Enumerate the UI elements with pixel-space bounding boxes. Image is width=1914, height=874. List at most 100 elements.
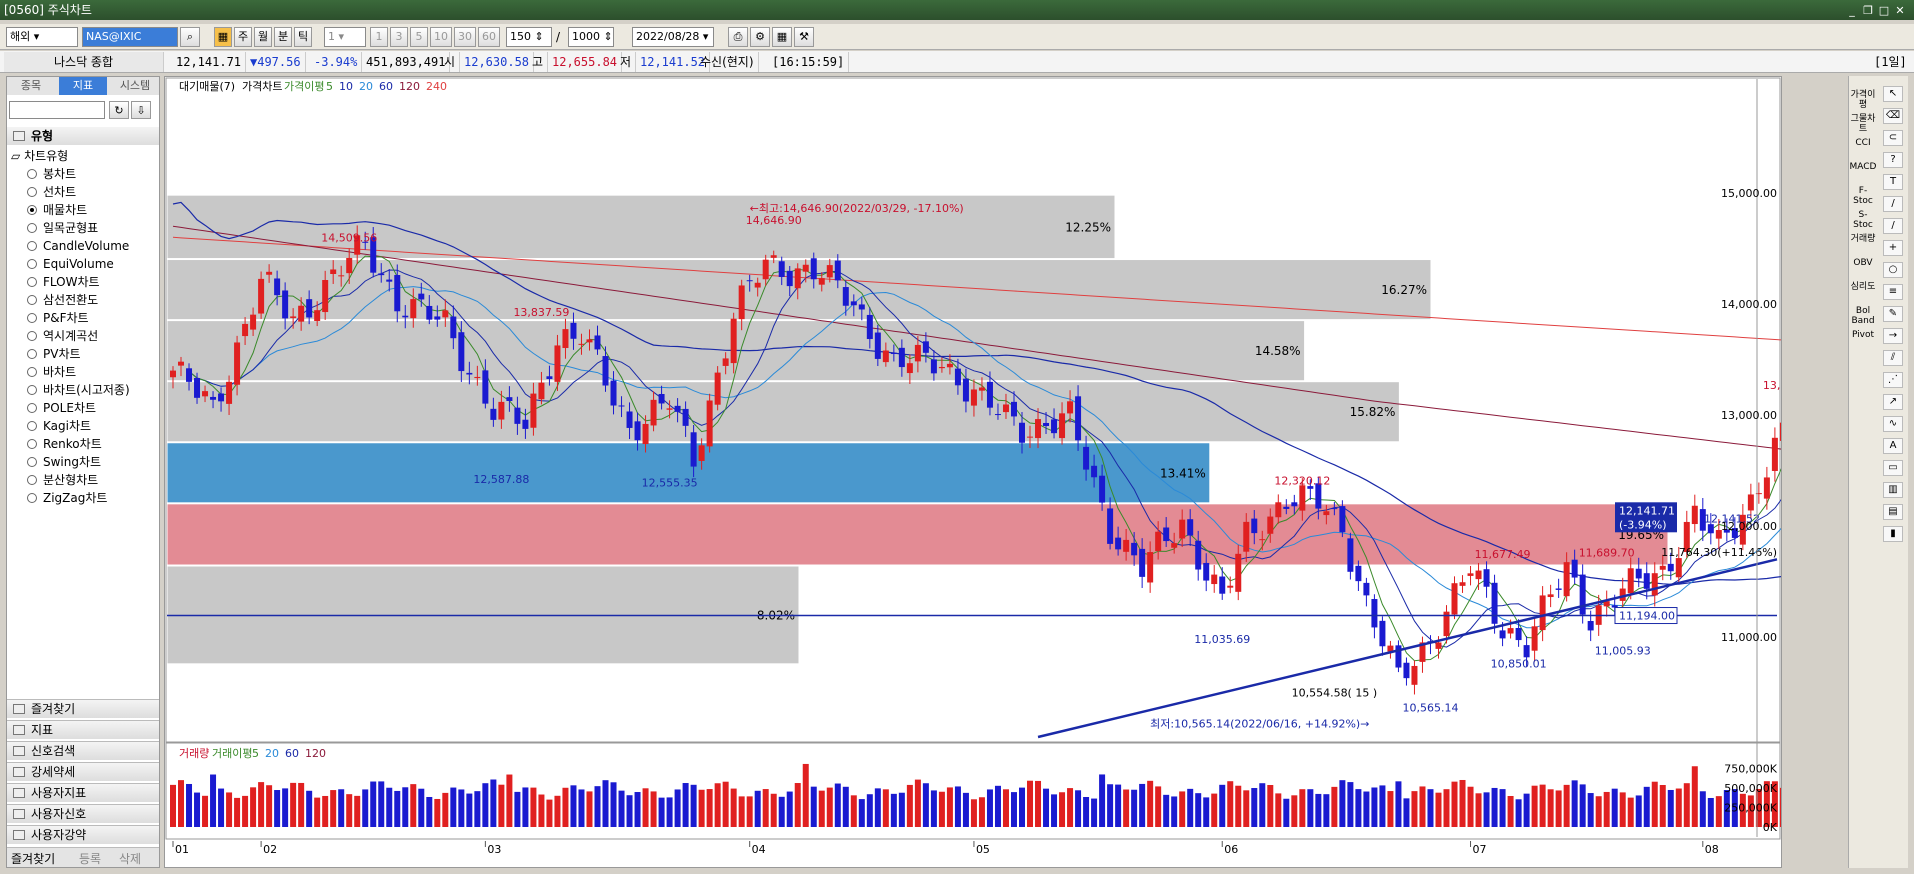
cross-icon[interactable]: + xyxy=(1883,240,1903,256)
radio-icon[interactable] xyxy=(27,493,37,503)
grid-button[interactable]: ▦ xyxy=(772,27,792,47)
chart-type-item[interactable]: Renko차트 xyxy=(27,435,102,453)
wave-icon[interactable]: ∿ xyxy=(1883,416,1903,432)
period-minute-button[interactable]: 분 xyxy=(274,27,292,47)
box-icon[interactable]: ▭ xyxy=(1883,460,1903,476)
restore-icon[interactable]: ❐ xyxy=(1860,1,1876,21)
chart-type-item[interactable]: Kagi차트 xyxy=(27,417,91,435)
tab-indicator[interactable]: 지표 xyxy=(59,77,107,95)
section-item[interactable]: 신호검색 xyxy=(7,741,159,760)
indicator-shortcut[interactable]: CCI xyxy=(1849,138,1877,148)
calendar-button[interactable]: ▦ xyxy=(214,27,232,47)
chart-type-item[interactable]: 일목균형표 xyxy=(27,219,98,237)
tool-button[interactable]: ⚒ xyxy=(794,27,814,47)
radio-icon[interactable] xyxy=(27,475,37,485)
close-icon[interactable]: ✕ xyxy=(1892,1,1908,21)
indicator-shortcut[interactable]: 그물차트 xyxy=(1849,114,1877,134)
radio-icon[interactable] xyxy=(27,277,37,287)
radio-icon[interactable] xyxy=(27,349,37,359)
footer-favorites[interactable]: 즐겨찾기 xyxy=(11,850,55,867)
indicator-shortcut[interactable]: Bol Band xyxy=(1849,306,1877,326)
chart-type-item[interactable]: Swing차트 xyxy=(27,453,101,471)
chart-type-item[interactable]: FLOW차트 xyxy=(27,273,100,291)
radio-icon[interactable] xyxy=(27,457,37,467)
auto-icon[interactable]: A xyxy=(1883,438,1903,454)
section-item[interactable]: 사용자신호 xyxy=(7,804,159,823)
search-button[interactable]: ⌕ xyxy=(180,27,200,47)
chart-type-item[interactable]: PV차트 xyxy=(27,345,81,363)
pen-icon[interactable]: ✎ xyxy=(1883,306,1903,322)
channel-icon[interactable]: ⫽ xyxy=(1883,350,1903,366)
indicator-shortcut[interactable]: 거래량 xyxy=(1849,234,1877,244)
interval-30-button[interactable]: 30 xyxy=(454,27,476,47)
chart-type-item[interactable]: 매물차트 xyxy=(27,201,87,219)
cursor-icon[interactable]: ↖ xyxy=(1883,86,1903,102)
tab-system[interactable]: 시스템 xyxy=(111,77,159,95)
interval-10-button[interactable]: 10 xyxy=(430,27,452,47)
chart-icon[interactable]: ▥ xyxy=(1883,482,1903,498)
minimize-icon[interactable]: _ xyxy=(1844,1,1860,21)
chart-type-item[interactable]: 바차트 xyxy=(27,363,76,381)
section-item[interactable]: 강세약세 xyxy=(7,762,159,781)
period-value-select[interactable]: 1 ▾ xyxy=(324,27,366,47)
chart-type-item[interactable]: CandleVolume xyxy=(27,237,129,255)
radio-icon[interactable] xyxy=(27,241,37,251)
bar-icon[interactable]: ▮ xyxy=(1883,526,1903,542)
table-icon[interactable]: ▤ xyxy=(1883,504,1903,520)
line-icon[interactable]: / xyxy=(1883,218,1903,234)
indicator-shortcut[interactable]: Pivot xyxy=(1849,330,1877,340)
interval-3-button[interactable]: 3 xyxy=(390,27,408,47)
symbol-input[interactable]: NAS@IXIC xyxy=(82,27,178,47)
print-button[interactable]: ⎙ xyxy=(728,27,748,47)
chart-type-item[interactable]: POLE차트 xyxy=(27,399,96,417)
section-item[interactable]: 사용자강약 xyxy=(7,825,159,844)
radio-icon[interactable] xyxy=(27,259,37,269)
indicator-shortcut[interactable]: 가격이평 xyxy=(1849,90,1877,110)
chart-type-item[interactable]: ZigZag차트 xyxy=(27,489,107,507)
chart-type-item[interactable]: 분산형차트 xyxy=(27,471,98,489)
section-item[interactable]: 사용자지표 xyxy=(7,783,159,802)
radio-icon[interactable] xyxy=(27,187,37,197)
indicator-shortcut[interactable]: MACD xyxy=(1849,162,1877,172)
indicator-shortcut[interactable]: 심리도 xyxy=(1849,282,1877,292)
circle-icon[interactable]: ○ xyxy=(1883,262,1903,278)
fibo-icon[interactable]: ≡ xyxy=(1883,284,1903,300)
period-month-button[interactable]: 월 xyxy=(254,27,272,47)
help-icon[interactable]: ? xyxy=(1883,152,1903,168)
section-item[interactable]: 즐겨찾기 xyxy=(7,699,159,718)
section-item[interactable]: 지표 xyxy=(7,720,159,739)
chart-type-item[interactable]: 삼선전환도 xyxy=(27,291,98,309)
radio-icon[interactable] xyxy=(27,295,37,305)
indicator-shortcut[interactable]: S-Stoc xyxy=(1849,210,1877,230)
date-picker[interactable]: 2022/08/28 ▾ xyxy=(632,27,714,47)
interval-1-button[interactable]: 1 xyxy=(370,27,388,47)
period-tick-button[interactable]: 틱 xyxy=(294,27,312,47)
chart-type-item[interactable]: 역시계곡선 xyxy=(27,327,98,345)
eraser-icon[interactable]: ⌫ xyxy=(1883,108,1903,124)
radio-icon[interactable] xyxy=(27,331,37,341)
arrow-icon[interactable]: → xyxy=(1883,328,1903,344)
chart-type-item[interactable]: EquiVolume xyxy=(27,255,114,273)
radio-icon[interactable] xyxy=(27,367,37,377)
magnet-icon[interactable]: ⊂ xyxy=(1883,130,1903,146)
refresh-button[interactable]: ↻ xyxy=(109,101,129,119)
radio-icon[interactable] xyxy=(27,439,37,449)
fan-icon[interactable]: ⋰ xyxy=(1883,372,1903,388)
chart-type-item[interactable]: 선차트 xyxy=(27,183,76,201)
chart-type-item[interactable]: 바차트(시고저종) xyxy=(27,381,130,399)
radio-icon[interactable] xyxy=(27,223,37,233)
radio-icon[interactable] xyxy=(27,403,37,413)
indicator-search-input[interactable] xyxy=(9,101,105,119)
display-count-stepper[interactable]: 150 ⇕ xyxy=(506,27,552,47)
indicator-shortcut[interactable]: OBV xyxy=(1849,258,1877,268)
tab-stock[interactable]: 종목 xyxy=(7,77,55,95)
period-week-button[interactable]: 주 xyxy=(234,27,252,47)
settings-button[interactable]: ⚙ xyxy=(750,27,770,47)
trend-icon[interactable]: ↗ xyxy=(1883,394,1903,410)
section-header[interactable]: 유형 xyxy=(7,127,159,145)
indicator-shortcut[interactable]: F-Stoc xyxy=(1849,186,1877,206)
total-count-stepper[interactable]: 1000 ⇕ xyxy=(568,27,614,47)
radio-icon[interactable] xyxy=(27,421,37,431)
market-select[interactable]: 해외 ▾ xyxy=(6,27,78,47)
radio-icon[interactable] xyxy=(27,313,37,323)
